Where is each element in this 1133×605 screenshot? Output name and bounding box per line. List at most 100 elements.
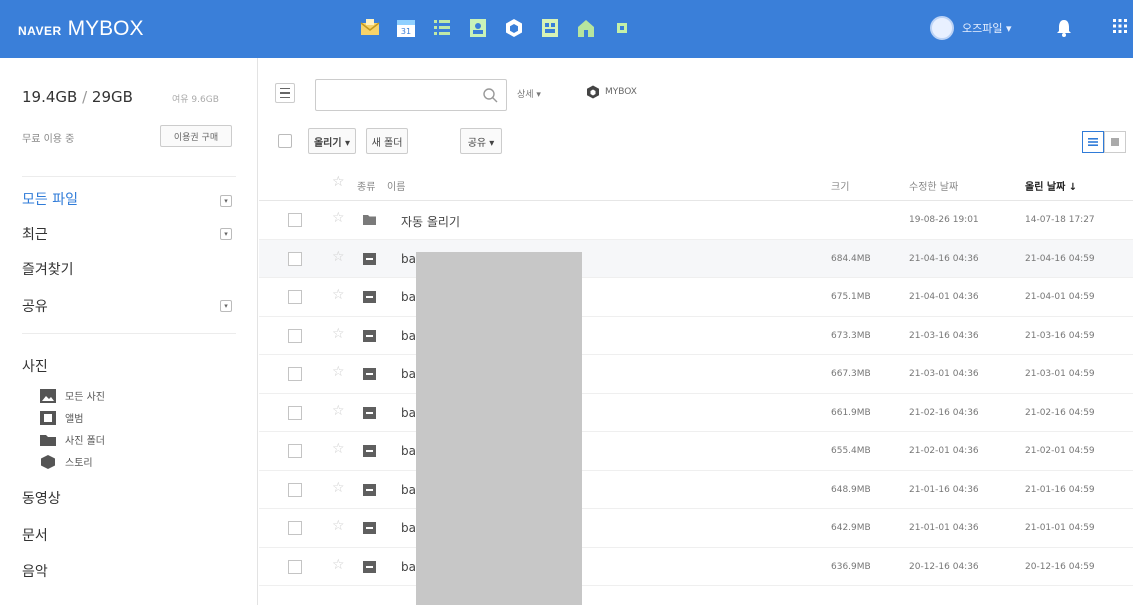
- star-icon[interactable]: ☆: [332, 210, 345, 226]
- star-icon[interactable]: ☆: [332, 249, 345, 265]
- file-icon: [363, 560, 376, 573]
- chevron-down-icon[interactable]: ▾: [220, 195, 232, 207]
- list-view-button[interactable]: [1082, 131, 1104, 153]
- chevron-down-icon[interactable]: ▾: [220, 228, 232, 240]
- nav-photos[interactable]: 사진: [22, 356, 48, 376]
- star-icon[interactable]: ☆: [332, 287, 345, 303]
- nav-videos[interactable]: 동영상: [22, 488, 61, 508]
- file-row[interactable]: ☆ ba 661.9MB 21-02-16 04:36 21-02-16 04:59: [259, 394, 1133, 432]
- mail-icon[interactable]: [358, 16, 382, 40]
- star-icon[interactable]: ☆: [332, 174, 345, 190]
- select-all-checkbox[interactable]: [278, 134, 292, 148]
- folder-icon: [40, 434, 56, 446]
- mybox-cube-icon[interactable]: [502, 16, 526, 40]
- file-row[interactable]: ☆ ba 667.3MB 21-03-01 04:36 21-03-01 04:59: [259, 355, 1133, 394]
- file-name[interactable]: ba: [401, 483, 416, 497]
- uploaded-date: 14-07-18 17:27: [1025, 215, 1095, 225]
- file-row[interactable]: ☆ ba 642.9MB 21-01-01 04:36 21-01-01 04:59: [259, 509, 1133, 548]
- naver-mybox-logo[interactable]: NAVER MYBOX: [18, 17, 143, 41]
- row-checkbox[interactable]: [288, 405, 302, 420]
- bell-icon[interactable]: [1053, 17, 1075, 39]
- nav-recent[interactable]: 최근: [22, 224, 48, 244]
- file-name[interactable]: ba: [401, 406, 416, 420]
- modified-date: 21-04-16 04:36: [909, 253, 979, 264]
- star-icon[interactable]: ☆: [332, 326, 345, 342]
- contacts-icon[interactable]: [466, 16, 490, 40]
- column-name[interactable]: 이름: [387, 178, 405, 193]
- upload-button[interactable]: 올리기 ▾: [308, 128, 356, 154]
- file-row[interactable]: ☆ ba 684.4MB 21-04-16 04:36 21-04-16 04:59: [259, 239, 1133, 278]
- row-checkbox[interactable]: [288, 367, 302, 381]
- row-checkbox[interactable]: [288, 482, 302, 497]
- file-name[interactable]: ba: [401, 444, 416, 458]
- nav-documents[interactable]: 문서: [22, 525, 48, 545]
- nav-favorites[interactable]: 즐겨찾기: [22, 259, 74, 279]
- nav-shared[interactable]: 공유: [22, 296, 48, 316]
- row-checkbox[interactable]: [288, 559, 302, 574]
- file-name[interactable]: ba: [401, 290, 416, 304]
- sub-item-label: 앨범: [65, 414, 84, 425]
- nav-photo-folders[interactable]: 사진 폴더: [40, 432, 105, 447]
- file-row[interactable]: ☆ ba 655.4MB 21-02-01 04:36 21-02-01 04:59: [259, 432, 1133, 471]
- sidebar: 19.4GB / 29GB 여유 9.6GB 무료 이용 중 이용권 구매 모든…: [0, 58, 258, 605]
- row-checkbox[interactable]: [288, 251, 302, 266]
- avatar[interactable]: [930, 16, 954, 40]
- user-name[interactable]: 오즈파일 ▾: [962, 20, 1012, 36]
- file-name[interactable]: ba: [401, 252, 416, 266]
- menu-toggle-button[interactable]: [275, 83, 295, 103]
- row-checkbox[interactable]: [288, 290, 302, 304]
- row-checkbox[interactable]: [288, 328, 302, 343]
- file-row[interactable]: ☆ ba 648.9MB 21-01-16 04:36 21-01-16 04:59: [259, 471, 1133, 509]
- quota-used: 19.4GB: [22, 88, 78, 106]
- file-name[interactable]: ba: [401, 329, 416, 343]
- chevron-down-icon[interactable]: ▾: [220, 300, 232, 312]
- office-icon[interactable]: [538, 16, 562, 40]
- nav-all-photos[interactable]: 모든 사진: [40, 388, 105, 403]
- new-folder-button[interactable]: 새 폴더: [366, 128, 408, 154]
- file-name[interactable]: 자동 올리기: [401, 213, 460, 230]
- star-icon[interactable]: ☆: [332, 441, 345, 457]
- nav-music[interactable]: 음악: [22, 561, 48, 581]
- file-row[interactable]: ☆ ba 673.3MB 21-03-16 04:36 21-03-16 04:59: [259, 317, 1133, 355]
- column-size[interactable]: 크기: [831, 178, 849, 193]
- file-name[interactable]: ba: [401, 560, 416, 574]
- file-row[interactable]: ☆ ba 636.9MB 20-12-16 04:36 20-12-16 04:59: [259, 548, 1133, 586]
- share-button[interactable]: 공유 ▾: [460, 128, 502, 154]
- star-icon[interactable]: ☆: [332, 557, 345, 573]
- search-input[interactable]: [316, 80, 471, 110]
- nav-story[interactable]: 스토리: [40, 454, 93, 469]
- search-scope[interactable]: MYBOX: [586, 85, 637, 99]
- memo-icon[interactable]: [610, 16, 634, 40]
- search-icon[interactable]: [482, 87, 498, 103]
- column-uploaded[interactable]: 올린 날짜 ↓: [1025, 178, 1077, 193]
- nav-albums[interactable]: 앨범: [40, 410, 83, 425]
- uploaded-date: 21-03-16 04:59: [1025, 330, 1095, 341]
- list-icon[interactable]: [430, 16, 454, 40]
- story-icon: [41, 454, 55, 469]
- file-row[interactable]: ☆ ba 675.1MB 21-04-01 04:36 21-04-01 04:59: [259, 278, 1133, 317]
- calendar-icon[interactable]: 31: [394, 16, 418, 40]
- nav-all-files[interactable]: 모든 파일: [22, 189, 78, 209]
- cafe-icon[interactable]: [574, 16, 598, 40]
- row-checkbox[interactable]: [288, 213, 302, 227]
- uploaded-date: 21-04-01 04:59: [1025, 292, 1095, 302]
- modified-date: 21-01-01 04:36: [909, 523, 979, 533]
- thumbnail-view-button[interactable]: [1104, 131, 1126, 153]
- user-menu[interactable]: 오즈파일 ▾: [930, 16, 1012, 40]
- star-icon[interactable]: ☆: [332, 480, 345, 496]
- buy-plan-button[interactable]: 이용권 구매: [160, 125, 232, 147]
- file-name[interactable]: ba: [401, 521, 416, 535]
- star-icon[interactable]: ☆: [332, 403, 345, 419]
- top-bar: NAVER MYBOX 31 오즈파일 ▾: [0, 0, 1133, 58]
- file-size: 673.3MB: [831, 330, 871, 341]
- file-name[interactable]: ba: [401, 367, 416, 381]
- app-grid-icon[interactable]: [1112, 18, 1128, 34]
- row-checkbox[interactable]: [288, 444, 302, 458]
- column-type[interactable]: 종류: [357, 178, 375, 193]
- star-icon[interactable]: ☆: [332, 364, 345, 380]
- folder-row[interactable]: ☆ 자동 올리기 19-08-26 19:01 14-07-18 17:27: [259, 201, 1133, 240]
- row-checkbox[interactable]: [288, 521, 302, 535]
- column-modified[interactable]: 수정한 날짜: [909, 178, 958, 193]
- star-icon[interactable]: ☆: [332, 518, 345, 534]
- detail-search-dropdown[interactable]: 상세 ▾: [517, 87, 541, 100]
